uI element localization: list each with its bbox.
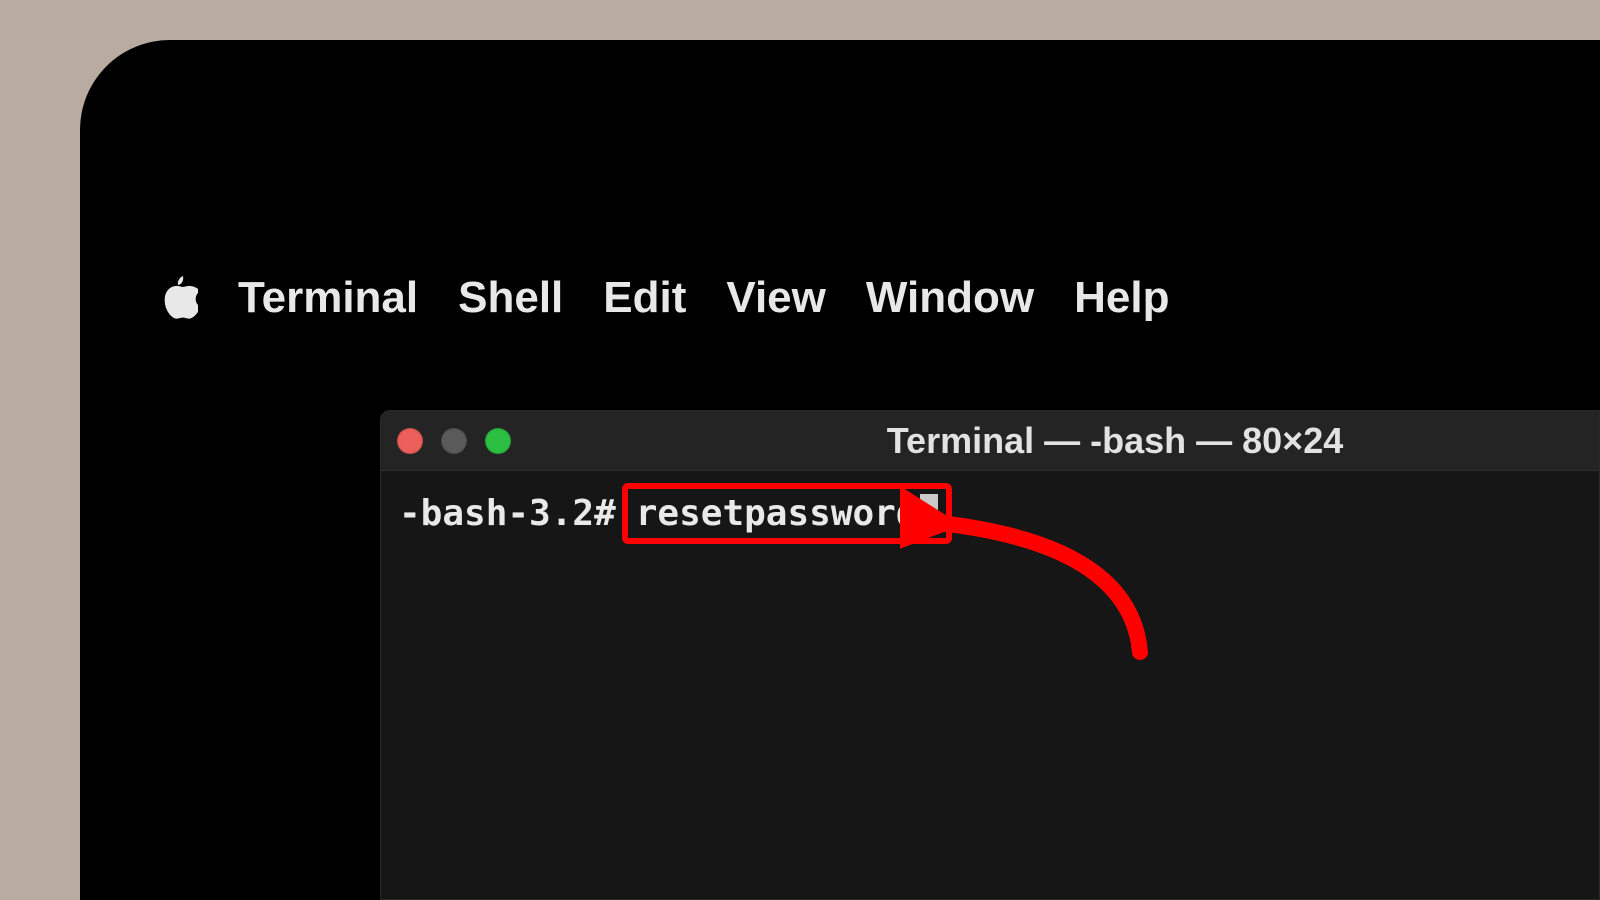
menubar: Terminal Shell Edit View Window Help [160,273,1169,323]
menu-item-shell[interactable]: Shell [458,273,563,323]
apple-logo-icon[interactable] [160,276,198,320]
terminal-window: Terminal — -bash — 80×24 -bash-3.2# rese… [380,410,1600,900]
laptop-bezel: Terminal Shell Edit View Window Help Ter… [80,40,1600,900]
menu-item-view[interactable]: View [726,273,825,323]
typed-command: resetpassword [636,493,918,534]
window-title: Terminal — -bash — 80×24 [381,420,1599,462]
terminal-body[interactable]: -bash-3.2# resetpassword [381,471,1599,556]
window-titlebar[interactable]: Terminal — -bash — 80×24 [381,411,1599,471]
zoom-window-button[interactable] [485,428,511,454]
menu-item-window[interactable]: Window [866,273,1034,323]
minimize-window-button[interactable] [441,428,467,454]
shell-prompt: -bash-3.2# [399,493,616,534]
menu-item-edit[interactable]: Edit [603,273,686,323]
menu-item-help[interactable]: Help [1074,273,1169,323]
close-window-button[interactable] [397,428,423,454]
window-traffic-lights [397,428,511,454]
menu-app-name[interactable]: Terminal [238,273,418,323]
text-cursor [920,494,938,534]
annotation-highlight-box: resetpassword [622,483,952,544]
